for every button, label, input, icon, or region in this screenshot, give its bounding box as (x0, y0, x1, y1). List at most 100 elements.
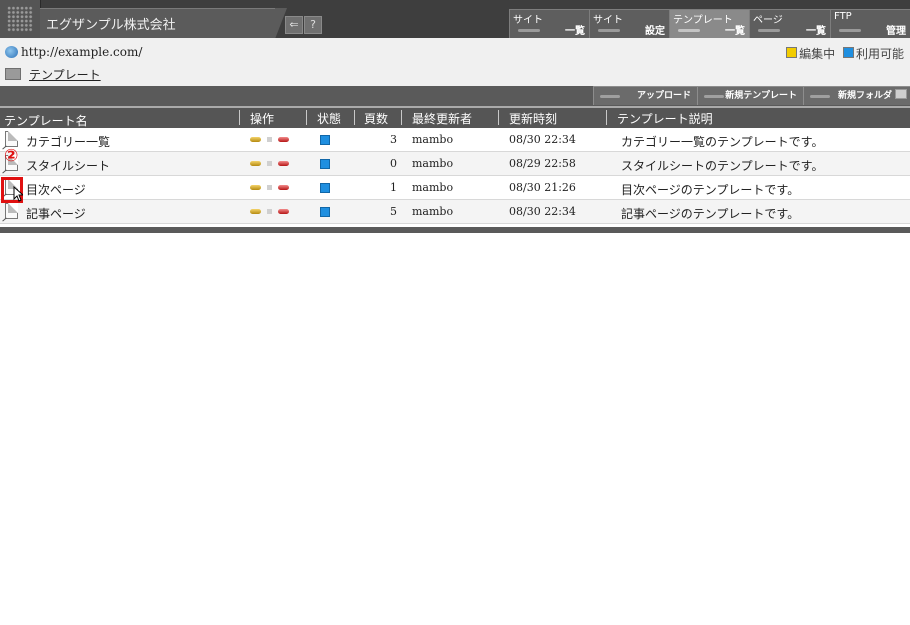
template-description: 記事ページのテンプレートです。 (621, 207, 800, 221)
col-updated-at[interactable]: 更新時刻 (509, 110, 557, 127)
updated-by: mambo (412, 157, 454, 170)
step-marker: ② (4, 146, 19, 166)
document-icon[interactable] (5, 203, 18, 219)
col-status[interactable]: 状態 (317, 110, 341, 127)
updated-at: 08/30 21:26 (509, 181, 576, 194)
row-operations (250, 209, 290, 215)
status-legend: 編集中 利用可能 (786, 45, 904, 62)
copy-icon[interactable] (267, 161, 272, 166)
template-description: スタイルシートのテンプレートです。 (621, 159, 824, 173)
nav-template-list-sub: 一覧 (725, 26, 745, 37)
legend-editing: 編集中 (799, 47, 836, 61)
pill-icon (810, 95, 830, 98)
nav-template-list-label: テンプレート (673, 15, 733, 26)
row-operations (250, 137, 290, 143)
pill-icon (678, 29, 700, 32)
upload-label: アップロード (636, 91, 691, 101)
updated-at: 08/29 22:58 (509, 157, 576, 170)
nav-page-list[interactable]: ページ 一覧 (749, 9, 830, 38)
delete-icon[interactable] (278, 161, 289, 166)
edit-icon[interactable] (250, 185, 261, 190)
nav-site-list-label: サイト (513, 15, 543, 26)
copy-icon[interactable] (267, 209, 272, 214)
editing-legend-icon (786, 47, 798, 58)
new-folder-button[interactable]: 新規フォルダ (803, 86, 910, 105)
pill-icon (758, 29, 780, 32)
col-updated-by[interactable]: 最終更新者 (412, 110, 472, 127)
template-name[interactable]: カテゴリー一覧 (26, 133, 110, 150)
col-ops: 操作 (250, 112, 275, 126)
copy-icon[interactable] (267, 185, 272, 190)
help-icon[interactable]: ? (304, 16, 322, 34)
pill-icon (518, 29, 540, 32)
edit-icon[interactable] (250, 161, 261, 166)
globe-icon (5, 46, 18, 58)
nav-site-settings[interactable]: サイト 設定 (589, 9, 669, 38)
template-name[interactable]: 目次ページ (26, 181, 86, 198)
nav-ftp-manage-sub: 管理 (886, 26, 906, 37)
available-legend-icon (842, 47, 854, 58)
page-count: 5 (390, 205, 397, 218)
folder-link[interactable]: テンプレート (29, 68, 101, 82)
edit-icon[interactable] (250, 137, 261, 142)
nav-page-list-label: ページ (753, 15, 783, 26)
site-url-row: http://example.com/ (5, 45, 142, 59)
status-available-icon (320, 207, 330, 217)
nav-template-list[interactable]: テンプレート 一覧 (669, 9, 749, 38)
upload-button[interactable]: アップロード (593, 86, 697, 105)
delete-icon[interactable] (278, 185, 289, 190)
column-separator (354, 110, 355, 125)
table-row: スタイルシート 0 mambo 08/29 22:58 スタイルシートのテンプレ… (0, 152, 910, 176)
folder-icon (895, 89, 907, 99)
copy-icon[interactable] (267, 137, 272, 142)
table-row: 目次ページ 1 mambo 08/30 21:26 目次ページのテンプレートです… (0, 176, 910, 200)
column-separator (498, 110, 499, 125)
back-icon[interactable]: ⇐ (285, 16, 303, 34)
page-count: 3 (390, 133, 397, 146)
col-description[interactable]: テンプレート説明 (617, 110, 713, 127)
pill-icon (704, 95, 724, 98)
updated-by: mambo (412, 205, 454, 218)
row-operations (250, 185, 290, 191)
new-template-label: 新規テンプレート (725, 91, 797, 101)
nav-site-list[interactable]: サイト 一覧 (509, 9, 589, 38)
updated-at: 08/30 22:34 (509, 133, 576, 146)
header-tools: ⇐? (285, 16, 323, 34)
nav-site-settings-label: サイト (593, 15, 623, 26)
delete-icon[interactable] (278, 209, 289, 214)
nav-page-list-sub: 一覧 (806, 26, 826, 37)
mouse-cursor-icon (13, 186, 23, 202)
edit-icon[interactable] (250, 209, 261, 214)
nav-ftp-manage[interactable]: FTP 管理 (830, 9, 910, 38)
folder-icon (5, 68, 21, 80)
pill-icon (839, 29, 861, 32)
template-name[interactable]: スタイルシート (26, 157, 110, 174)
grid-logo-icon (7, 6, 33, 32)
table-header: テンプレート名 操作 状態 頁数 最終更新者 更新時刻 テンプレート説明 (0, 106, 910, 128)
nav-ftp-manage-label: FTP (834, 11, 852, 22)
page-count: 1 (390, 181, 397, 194)
nav-site-settings-sub: 設定 (645, 26, 665, 37)
pill-icon (598, 29, 620, 32)
col-pages[interactable]: 頁数 (364, 110, 388, 127)
nav-site-list-sub: 一覧 (565, 26, 585, 37)
col-name[interactable]: テンプレート名 (4, 112, 88, 129)
new-template-button[interactable]: 新規テンプレート (697, 86, 803, 105)
updated-by: mambo (412, 181, 454, 194)
status-available-icon (320, 135, 330, 145)
folder-breadcrumb: テンプレート (5, 66, 101, 83)
template-name[interactable]: 記事ページ (26, 205, 86, 222)
column-separator (401, 110, 402, 125)
app-logo[interactable] (0, 0, 41, 38)
status-available-icon (320, 183, 330, 193)
legend-available: 利用可能 (855, 47, 904, 61)
page-count: 0 (390, 157, 397, 170)
updated-at: 08/30 22:34 (509, 205, 576, 218)
document-icon[interactable] (5, 131, 18, 147)
pill-icon (600, 95, 620, 98)
company-name: エグザンプル株式会社 (46, 18, 176, 33)
delete-icon[interactable] (278, 137, 289, 142)
updated-by: mambo (412, 133, 454, 146)
column-separator (239, 110, 240, 125)
top-header: エグザンプル株式会社 ⇐? サイト 一覧 サイト 設定 テンプレート 一覧 ペー… (0, 0, 910, 39)
